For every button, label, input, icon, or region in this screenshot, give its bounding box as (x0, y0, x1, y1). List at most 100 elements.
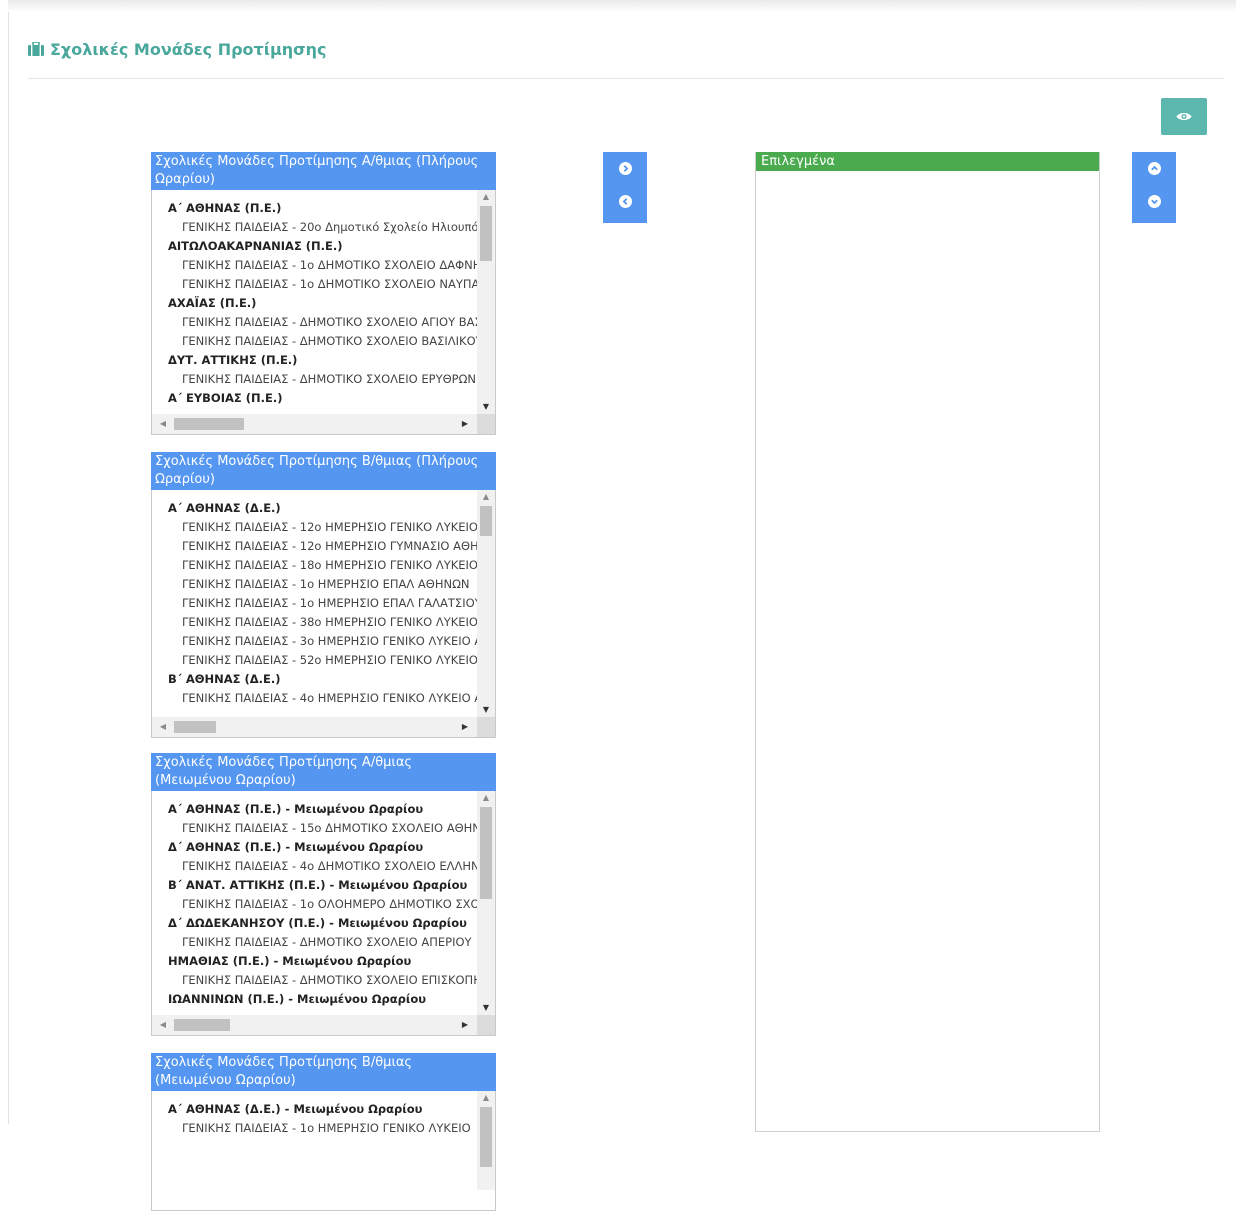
list-header: Σχολικές Μονάδες Προτίμησης Α/θμιας (Μει… (151, 753, 496, 791)
scroll-thumb[interactable] (480, 1107, 492, 1167)
scroll-thumb[interactable] (174, 1019, 230, 1031)
optgroup-label: ΔΥΤ. ΑΤΤΙΚΗΣ (Π.Ε.) (168, 353, 298, 367)
optgroup-label: Α΄ ΕΥΒΟΙΑΣ (Π.Ε.) (168, 391, 283, 405)
list-options: Α΄ ΑΘΗΝΑΣ (Δ.Ε.) ΓΕΝΙΚΗΣ ΠΑΙΔΕΙΑΣ - 12ο … (152, 490, 477, 717)
optgroup-label: ΗΜΑΘΙΑΣ (Π.Ε.) - Μειωμένου Ωραρίου (168, 954, 412, 968)
list-option[interactable]: ΓΕΝΙΚΗΣ ΠΑΙΔΕΙΑΣ - 38ο ΗΜΕΡΗΣΙΟ ΓΕΝΙΚΟ Λ… (152, 613, 477, 632)
panel-title: Σχολικές Μονάδες Προτίμησης (28, 38, 326, 60)
optgroup-label: ΑΧΑΪΑΣ (Π.Ε.) (168, 296, 257, 310)
scroll-thumb[interactable] (480, 206, 492, 261)
list-option[interactable]: ΓΕΝΙΚΗΣ ΠΑΙΔΕΙΑΣ - ΔΗΜΟΤΙΚΟ ΣΧΟΛΕΙΟ ΕΠΙΣ… (152, 971, 477, 990)
list-header: Σχολικές Μονάδες Προτίμησης Β/θμιας (Πλή… (151, 452, 496, 490)
scrollbar-corner (477, 717, 495, 737)
optgroup-label: Α΄ ΑΘΗΝΑΣ (Π.Ε.) - Μειωμένου Ωραρίου (168, 802, 424, 816)
add-selected-button[interactable] (618, 162, 632, 175)
eye-icon (1176, 112, 1192, 121)
scroll-down-arrow-icon[interactable]: ▼ (477, 1001, 495, 1015)
scroll-up-arrow-icon[interactable]: ▲ (477, 190, 495, 204)
chevron-right-circle-icon (623, 165, 628, 172)
scroll-left-arrow-icon[interactable]: ◀ (156, 414, 170, 434)
chevron-left-circle-icon (622, 198, 627, 205)
list-select[interactable]: Α΄ ΑΘΗΝΑΣ (Π.Ε.) ΓΕΝΙΚΗΣ ΠΑΙΔΕΙΑΣ - 20ο … (151, 190, 496, 435)
chevron-down-circle-icon (1150, 199, 1158, 205)
list-option[interactable]: ΓΕΝΙΚΗΣ ΠΑΙΔΕΙΑΣ - 12ο ΗΜΕΡΗΣΙΟ ΓΥΜΝΑΣΙΟ… (152, 537, 477, 556)
horizontal-scrollbar[interactable]: ◀ ▶ (152, 1015, 495, 1035)
page-edge (8, 0, 9, 1124)
scroll-left-arrow-icon[interactable]: ◀ (156, 717, 170, 737)
list-option[interactable]: ΓΕΝΙΚΗΣ ΠΑΙΔΕΙΑΣ - 1ο ΗΜΕΡΗΣΙΟ ΕΠΑΛ ΑΘΗΝ… (152, 575, 477, 594)
scroll-up-arrow-icon[interactable]: ▲ (477, 490, 495, 504)
horizontal-scrollbar[interactable]: ◀ ▶ (152, 717, 495, 737)
list-option[interactable]: ΓΕΝΙΚΗΣ ΠΑΙΔΕΙΑΣ - 3ο ΗΜΕΡΗΣΙΟ ΓΕΝΙΚΟ ΛΥ… (152, 632, 477, 651)
scroll-down-arrow-icon[interactable]: ▼ (477, 703, 495, 717)
list-primary-full: Σχολικές Μονάδες Προτίμησης Α/θμιας (Πλή… (151, 152, 496, 435)
briefcase-icon (28, 42, 44, 56)
optgroup-label: Β΄ ΑΝΑΤ. ΑΤΤΙΚΗΣ (Π.Ε.) - Μειωμένου Ωραρ… (168, 878, 468, 892)
top-shadow (8, 0, 1236, 12)
list-secondary-full: Σχολικές Μονάδες Προτίμησης Β/θμιας (Πλή… (151, 452, 496, 738)
optgroup-label: Α΄ ΑΘΗΝΑΣ (Π.Ε.) (168, 201, 282, 215)
list-option[interactable]: ΓΕΝΙΚΗΣ ΠΑΙΔΕΙΑΣ - 18ο ΗΜΕΡΗΣΙΟ ΓΕΝΙΚΟ Λ… (152, 556, 477, 575)
list-option[interactable]: ΓΕΝΙΚΗΣ ΠΑΙΔΕΙΑΣ - 1ο ΗΜΕΡΗΣΙΟ ΕΠΑΛ ΓΑΛΑ… (152, 594, 477, 613)
optgroup-label: Δ΄ ΑΘΗΝΑΣ (Π.Ε.) - Μειωμένου Ωραρίου (168, 840, 424, 854)
move-up-button[interactable] (1147, 162, 1161, 175)
list-option[interactable]: ΓΕΝΙΚΗΣ ΠΑΙΔΕΙΑΣ - 1ο ΗΜΕΡΗΣΙΟ ΓΕΝΙΚΟ ΛΥ… (152, 1119, 477, 1138)
list-option[interactable]: ΓΕΝΙΚΗΣ ΠΑΙΔΕΙΑΣ - ΔΗΜΟΤΙΚΟ ΣΧΟΛΕΙΟ ΒΑΣΙ… (152, 332, 477, 351)
scroll-up-arrow-icon[interactable]: ▲ (477, 1091, 495, 1105)
list-option[interactable]: ΓΕΝΙΚΗΣ ΠΑΙΔΕΙΑΣ - 20ο Δημοτικό Σχολείο … (152, 218, 477, 237)
list-option[interactable]: ΓΕΝΙΚΗΣ ΠΑΙΔΕΙΑΣ - 15ο ΔΗΜΟΤΙΚΟ ΣΧΟΛΕΙΟ … (152, 819, 477, 838)
scroll-up-arrow-icon[interactable]: ▲ (477, 791, 495, 805)
list-options: Α΄ ΑΘΗΝΑΣ (Δ.Ε.) - Μειωμένου Ωραρίου ΓΕΝ… (152, 1091, 477, 1190)
scroll-thumb[interactable] (174, 721, 216, 733)
scroll-left-arrow-icon[interactable]: ◀ (156, 1015, 170, 1035)
selected-list[interactable]: Επιλεγμένα (755, 152, 1100, 1132)
preview-button[interactable] (1161, 98, 1207, 135)
title-divider (28, 78, 1224, 79)
scrollbar-corner (477, 414, 495, 434)
move-down-button[interactable] (1147, 195, 1161, 208)
list-select[interactable]: Α΄ ΑΘΗΝΑΣ (Δ.Ε.) ΓΕΝΙΚΗΣ ΠΑΙΔΕΙΑΣ - 12ο … (151, 490, 496, 738)
list-option[interactable]: ΓΕΝΙΚΗΣ ΠΑΙΔΕΙΑΣ - 4ο ΔΗΜΟΤΙΚΟ ΣΧΟΛΕΙΟ Ε… (152, 857, 477, 876)
vertical-scrollbar[interactable]: ▲ (477, 1091, 495, 1190)
scroll-thumb[interactable] (480, 807, 492, 899)
list-select[interactable]: Α΄ ΑΘΗΝΑΣ (Δ.Ε.) - Μειωμένου Ωραρίου ΓΕΝ… (151, 1091, 496, 1211)
optgroup-label: ΙΩΑΝΝΙΝΩΝ (Π.Ε.) - Μειωμένου Ωραρίου (168, 992, 426, 1006)
scrollbar-corner (477, 1015, 495, 1035)
list-primary-reduced: Σχολικές Μονάδες Προτίμησης Α/θμιας (Μει… (151, 753, 496, 1036)
list-option[interactable]: ΓΕΝΙΚΗΣ ΠΑΙΔΕΙΑΣ - 52ο ΗΜΕΡΗΣΙΟ ΓΕΝΙΚΟ Λ… (152, 651, 477, 670)
list-option[interactable]: ΓΕΝΙΚΗΣ ΠΑΙΔΕΙΑΣ - ΔΗΜΟΤΙΚΟ ΣΧΟΛΕΙΟ ΕΡΥΘ… (152, 370, 477, 389)
list-select[interactable]: Α΄ ΑΘΗΝΑΣ (Π.Ε.) - Μειωμένου Ωραρίου ΓΕΝ… (151, 791, 496, 1036)
scroll-down-arrow-icon[interactable]: ▼ (477, 400, 495, 414)
chevron-up-circle-icon (1150, 165, 1158, 171)
vertical-scrollbar[interactable]: ▲ ▼ (477, 490, 495, 717)
list-header: Σχολικές Μονάδες Προτίμησης Β/θμιας (Μει… (151, 1053, 496, 1091)
optgroup-label: Α΄ ΑΘΗΝΑΣ (Δ.Ε.) (168, 501, 281, 515)
remove-selected-button[interactable] (618, 195, 632, 208)
list-option[interactable]: ΓΕΝΙΚΗΣ ΠΑΙΔΕΙΑΣ - ΔΗΜΟΤΙΚΟ ΣΧΟΛΕΙΟ ΑΓΙΟ… (152, 313, 477, 332)
horizontal-scrollbar[interactable]: ◀ ▶ (152, 414, 495, 434)
list-secondary-reduced: Σχολικές Μονάδες Προτίμησης Β/θμιας (Μει… (151, 1053, 496, 1211)
scroll-thumb[interactable] (174, 418, 244, 430)
optgroup-label: ΑΙΤΩΛΟΑΚΑΡΝΑΝΙΑΣ (Π.Ε.) (168, 239, 343, 253)
vertical-scrollbar[interactable]: ▲ ▼ (477, 791, 495, 1015)
list-header: Σχολικές Μονάδες Προτίμησης Α/θμιας (Πλή… (151, 152, 496, 190)
scroll-right-arrow-icon[interactable]: ▶ (458, 717, 472, 737)
list-option[interactable]: ΓΕΝΙΚΗΣ ΠΑΙΔΕΙΑΣ - 1ο ΔΗΜΟΤΙΚΟ ΣΧΟΛΕΙΟ Δ… (152, 256, 477, 275)
panel-title-text: Σχολικές Μονάδες Προτίμησης (50, 39, 327, 59)
scroll-thumb[interactable] (480, 506, 492, 536)
list-option[interactable]: ΓΕΝΙΚΗΣ ΠΑΙΔΕΙΑΣ - 1ο ΔΗΜΟΤΙΚΟ ΣΧΟΛΕΙΟ Ν… (152, 275, 477, 294)
optgroup-label: Β΄ ΑΘΗΝΑΣ (Δ.Ε.) (168, 672, 281, 686)
vertical-scrollbar[interactable]: ▲ ▼ (477, 190, 495, 414)
list-option[interactable]: ΓΕΝΙΚΗΣ ΠΑΙΔΕΙΑΣ - 12ο ΗΜΕΡΗΣΙΟ ΓΕΝΙΚΟ Λ… (152, 518, 477, 537)
list-options: Α΄ ΑΘΗΝΑΣ (Π.Ε.) ΓΕΝΙΚΗΣ ΠΑΙΔΕΙΑΣ - 20ο … (152, 190, 477, 414)
order-buttons (1132, 152, 1176, 223)
scroll-right-arrow-icon[interactable]: ▶ (458, 414, 472, 434)
optgroup-label: Α΄ ΑΘΗΝΑΣ (Δ.Ε.) - Μειωμένου Ωραρίου (168, 1102, 423, 1116)
optgroup-label: Δ΄ ΔΩΔΕΚΑΝΗΣΟΥ (Π.Ε.) - Μειωμένου Ωραρίο… (168, 916, 467, 930)
list-option[interactable]: ΓΕΝΙΚΗΣ ΠΑΙΔΕΙΑΣ - ΔΗΜΟΤΙΚΟ ΣΧΟΛΕΙΟ ΑΠΕΡ… (152, 933, 477, 952)
list-option[interactable]: ΓΕΝΙΚΗΣ ΠΑΙΔΕΙΑΣ - 4ο ΗΜΕΡΗΣΙΟ ΓΕΝΙΚΟ ΛΥ… (152, 689, 477, 708)
list-option[interactable]: ΓΕΝΙΚΗΣ ΠΑΙΔΕΙΑΣ - 1ο ΟΛΟΗΜΕΡΟ ΔΗΜΟΤΙΚΟ … (152, 895, 477, 914)
scroll-right-arrow-icon[interactable]: ▶ (458, 1015, 472, 1035)
list-options: Α΄ ΑΘΗΝΑΣ (Π.Ε.) - Μειωμένου Ωραρίου ΓΕΝ… (152, 791, 477, 1015)
selected-list-header: Επιλεγμένα (756, 152, 1099, 171)
